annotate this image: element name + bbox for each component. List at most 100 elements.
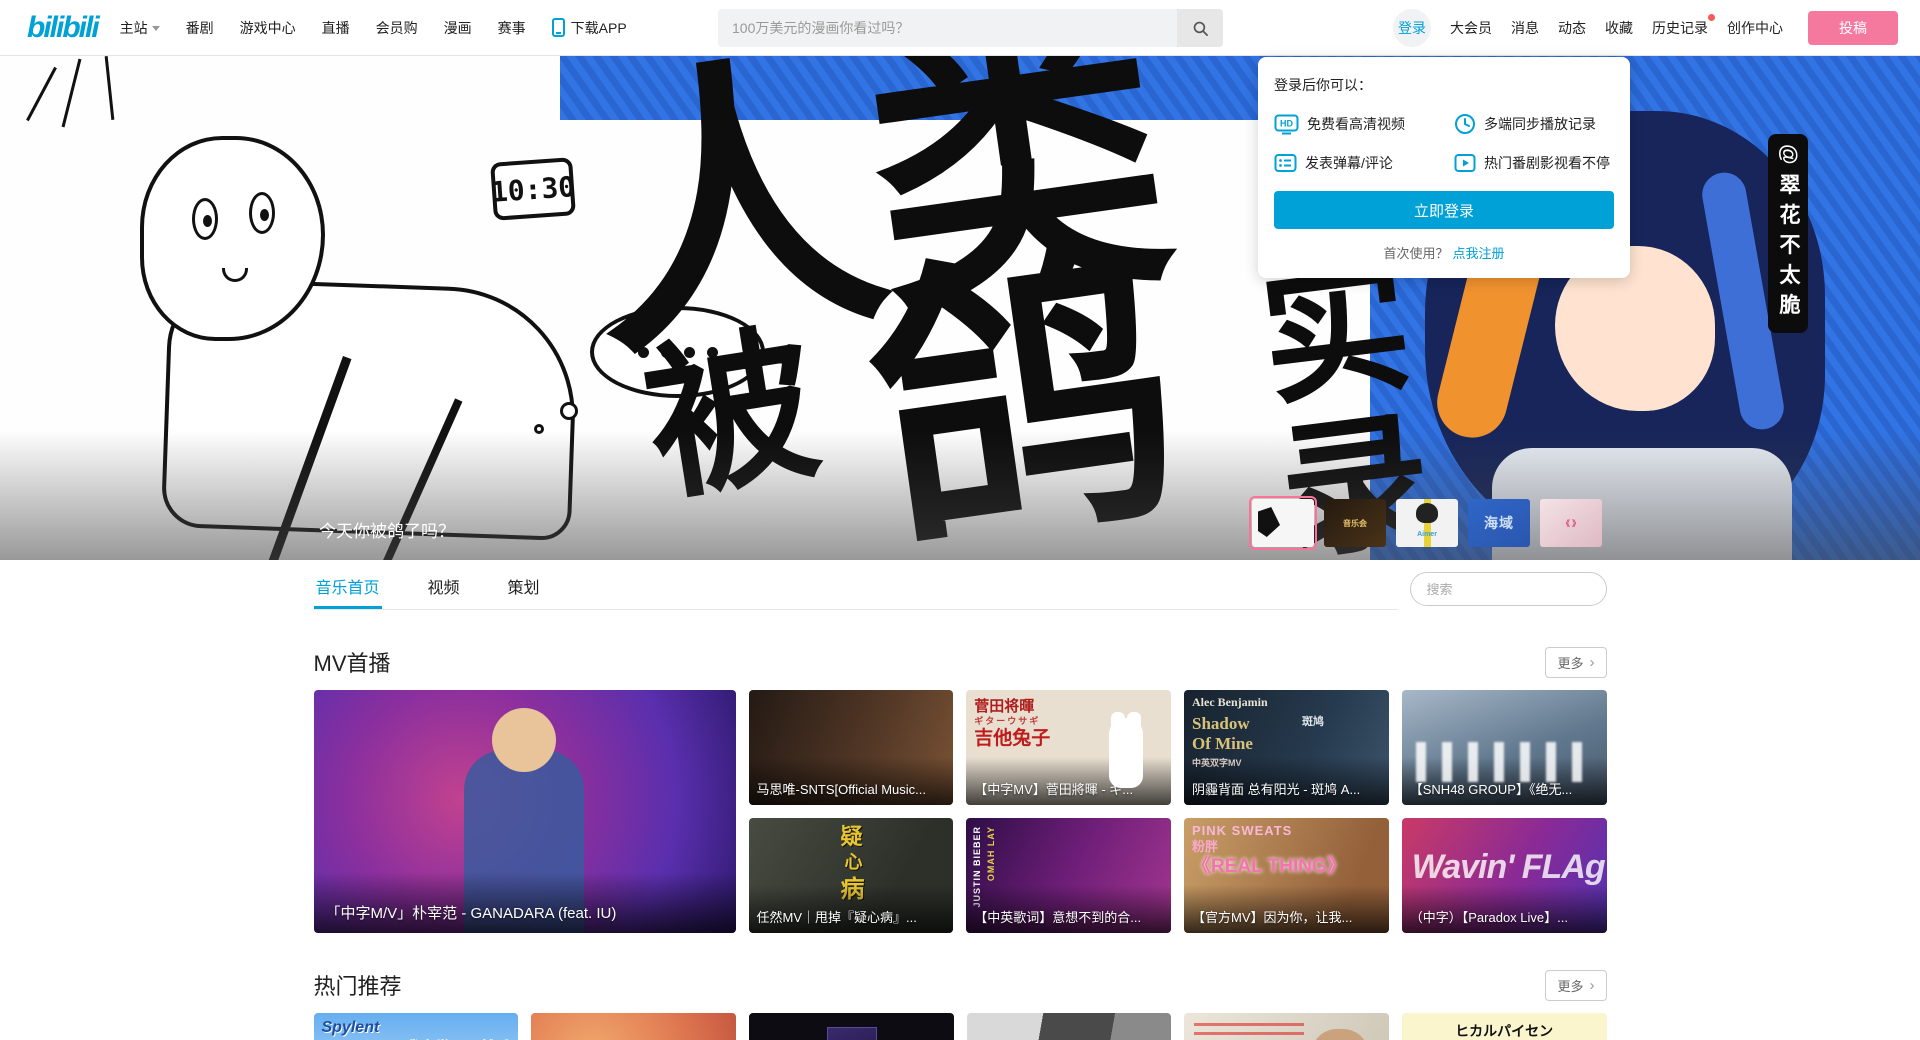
hot-card[interactable] bbox=[531, 1013, 736, 1040]
mv-card[interactable]: Alec Benjamin 斑鸠 Shadow Of Mine 中英双字MV 阴… bbox=[1184, 690, 1389, 805]
nav-item-esports[interactable]: 赛事 bbox=[498, 18, 526, 38]
banner-thumb-2[interactable]: 音乐会 bbox=[1324, 499, 1386, 547]
video-title: （中字）【Paradox Live】... bbox=[1402, 885, 1607, 933]
music-page-content: 音乐首页 视频 策划 MV首播 更多 › 「中字M/V」朴宰范 - GANADA… bbox=[314, 566, 1607, 1040]
doodle-hair-line bbox=[62, 59, 82, 128]
banner-bottom-gradient bbox=[0, 430, 1920, 560]
banner-thumb-3[interactable]: Aimer bbox=[1396, 499, 1458, 547]
doodle-eye bbox=[192, 198, 218, 240]
mv-section-header: MV首播 更多 › bbox=[314, 646, 1607, 678]
nav-item-vip[interactable]: 大会员 bbox=[1450, 18, 1492, 38]
benefit-danmaku: 发表弹幕/评论 bbox=[1274, 153, 1446, 173]
chevron-down-icon bbox=[152, 26, 160, 31]
banner-thumbnail-strip: 音乐会 Aimer 海域 《 》 bbox=[1252, 499, 1602, 547]
danmaku-icon bbox=[1274, 153, 1297, 173]
tab-music-home[interactable]: 音乐首页 bbox=[314, 566, 382, 609]
video-title: 任然MV｜甩掉『疑心病』... bbox=[749, 885, 954, 933]
hot-card[interactable]: Les Misérables bbox=[749, 1013, 954, 1040]
hot-card-grid: Spylent 我去世了，然后 Les Misérables ヒカルパイセン 聞… bbox=[314, 1013, 1607, 1040]
nav-item-favorites[interactable]: 收藏 bbox=[1605, 18, 1633, 38]
login-popup-footer: 首次使用？点我注册 bbox=[1274, 243, 1614, 262]
nav-item-manga[interactable]: 漫画 bbox=[444, 18, 472, 38]
tab-videos[interactable]: 视频 bbox=[426, 566, 462, 609]
hero-banner[interactable]: 10:30 人类 被 鸽 实 录 @翠花不太脆 今天你被鸽了吗？ 音乐会 Aim… bbox=[0, 56, 1920, 560]
nav-item-history[interactable]: 历史记录 bbox=[1652, 18, 1708, 38]
search-input[interactable] bbox=[718, 9, 1177, 47]
banner-caption: 今天你被鸽了吗？ bbox=[319, 517, 455, 542]
download-app-link[interactable]: 下载APP bbox=[552, 18, 627, 38]
clock-icon bbox=[1454, 113, 1476, 135]
login-popup: 登录后你可以： HD 免费看高清视频 多端同步播放记录 发表弹幕/评论 bbox=[1258, 57, 1630, 278]
nav-item-creator-center[interactable]: 创作中心 bbox=[1727, 18, 1783, 38]
doodle-mouth bbox=[222, 268, 248, 282]
mv-card-grid: 「中字M/V」朴宰范 - GANADARA (feat. IU) 马思唯-SNT… bbox=[314, 690, 1607, 933]
phone-icon bbox=[552, 18, 565, 37]
login-popup-title: 登录后你可以： bbox=[1274, 75, 1614, 95]
hot-more-button[interactable]: 更多 › bbox=[1545, 970, 1606, 1001]
mv-featured-card[interactable]: 「中字M/V」朴宰范 - GANADARA (feat. IU) bbox=[314, 690, 736, 933]
speech-bubble-tail bbox=[560, 402, 578, 420]
login-now-button[interactable]: 立即登录 bbox=[1274, 191, 1614, 229]
doodle-clock: 10:30 bbox=[490, 157, 576, 221]
mv-section-title: MV首播 bbox=[314, 646, 391, 678]
register-link[interactable]: 点我注册 bbox=[1453, 246, 1505, 261]
video-title: 马思唯-SNTS[Official Music... bbox=[749, 757, 954, 805]
mv-card[interactable]: 疑 心 病 任然MV｜甩掉『疑心病』... bbox=[749, 818, 954, 933]
doodle-eye bbox=[249, 192, 275, 234]
mv-more-button[interactable]: 更多 › bbox=[1545, 647, 1606, 678]
hot-card[interactable] bbox=[1184, 1013, 1389, 1040]
nav-item-live[interactable]: 直播 bbox=[322, 18, 350, 38]
mv-card[interactable]: PINK SWEATS 粉胖 《REAL THING》 【官方MV】因为你，让我… bbox=[1184, 818, 1389, 933]
benefit-sync: 多端同步播放记录 bbox=[1454, 113, 1614, 135]
doodle-hair-line bbox=[26, 67, 57, 121]
hot-section-title: 热门推荐 bbox=[314, 969, 402, 1001]
music-subnav: 音乐首页 视频 策划 bbox=[314, 566, 1607, 610]
search-button[interactable] bbox=[1177, 9, 1223, 47]
hot-card[interactable]: Spylent 我去世了，然后 bbox=[314, 1013, 519, 1040]
top-navbar: bilibili 主站 番剧 游戏中心 直播 会员购 漫画 赛事 下载APP 登… bbox=[0, 0, 1920, 56]
video-title: 【中字MV】菅田將暉 - ギ... bbox=[966, 757, 1171, 805]
hot-card[interactable] bbox=[967, 1013, 1172, 1040]
music-search bbox=[1410, 572, 1607, 606]
nav-item-home[interactable]: 主站 bbox=[120, 18, 160, 38]
music-search-input[interactable] bbox=[1427, 582, 1603, 597]
login-benefits: HD 免费看高清视频 多端同步播放记录 发表弹幕/评论 bbox=[1274, 113, 1614, 173]
nav-item-messages[interactable]: 消息 bbox=[1511, 18, 1539, 38]
tab-projects[interactable]: 策划 bbox=[506, 566, 542, 609]
banner-thumb-1[interactable] bbox=[1252, 499, 1314, 547]
banner-thumb-4[interactable]: 海域 bbox=[1468, 499, 1530, 547]
play-icon bbox=[1454, 153, 1476, 173]
nav-item-bangumi[interactable]: 番剧 bbox=[186, 18, 214, 38]
bilibili-logo[interactable]: bilibili bbox=[27, 11, 98, 45]
video-title: 【SNH48 GROUP】《绝无... bbox=[1402, 757, 1607, 805]
banner-headline-shi: 实 bbox=[1254, 256, 1410, 411]
upload-button[interactable]: 投稿 bbox=[1808, 11, 1898, 45]
hot-section-header: 热门推荐 更多 › bbox=[314, 969, 1607, 1001]
doodle-hair-line bbox=[105, 56, 115, 120]
banner-thumb-5[interactable]: 《 》 bbox=[1540, 499, 1602, 547]
navbar-right: 登录 大会员 消息 动态 收藏 历史记录 创作中心 投稿 bbox=[1393, 9, 1898, 47]
video-title: 阴霾背面 总有阳光 - 斑鸠 A... bbox=[1184, 757, 1389, 805]
hd-icon: HD bbox=[1274, 114, 1299, 135]
svg-text:HD: HD bbox=[1280, 118, 1293, 128]
mv-card[interactable]: JUSTIN BIEBER OMAH LAY 【中英歌词】意想不到的合... bbox=[966, 818, 1171, 933]
mv-card[interactable]: 马思唯-SNTS[Official Music... bbox=[749, 690, 954, 805]
artist-credit: @翠花不太脆 bbox=[1768, 134, 1808, 333]
login-avatar-button[interactable]: 登录 bbox=[1393, 9, 1431, 47]
mv-card[interactable]: 【SNH48 GROUP】《绝无... bbox=[1402, 690, 1607, 805]
chevron-right-icon: › bbox=[1590, 655, 1595, 670]
search-icon bbox=[1192, 20, 1209, 37]
nav-item-game-center[interactable]: 游戏中心 bbox=[240, 18, 296, 38]
benefit-bangumi: 热门番剧影视看不停 bbox=[1454, 153, 1614, 173]
mv-card[interactable]: 菅田将暉 ギターウサギ 吉他兔子 【中字MV】菅田將暉 - ギ... bbox=[966, 690, 1171, 805]
video-title: 「中字M/V」朴宰范 - GANADARA (feat. IU) bbox=[314, 872, 736, 933]
mv-card[interactable]: Wavin' FLAg （中字）【Paradox Live】... bbox=[1402, 818, 1607, 933]
video-title: 【中英歌词】意想不到的合... bbox=[966, 885, 1171, 933]
hot-card[interactable]: ヒカルパイセン 聞け bbox=[1402, 1013, 1607, 1040]
global-search bbox=[718, 9, 1223, 47]
benefit-hd: HD 免费看高清视频 bbox=[1274, 113, 1446, 135]
video-title: 【官方MV】因为你，让我... bbox=[1184, 885, 1389, 933]
music-tabs: 音乐首页 视频 策划 bbox=[314, 566, 1398, 610]
nav-item-vip-shop[interactable]: 会员购 bbox=[376, 18, 418, 38]
nav-item-feed[interactable]: 动态 bbox=[1558, 18, 1586, 38]
